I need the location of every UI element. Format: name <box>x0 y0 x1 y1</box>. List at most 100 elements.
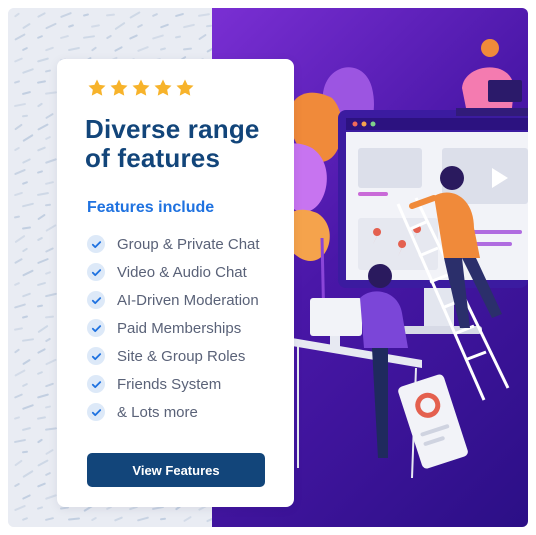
pattern-dash <box>45 157 57 164</box>
pattern-dash <box>151 34 165 41</box>
pattern-dash <box>36 192 50 197</box>
feature-item: Site & Group Roles <box>87 342 260 370</box>
pattern-dash <box>21 226 32 230</box>
pattern-dash <box>22 68 34 74</box>
pattern-dash <box>45 112 54 119</box>
feature-label: Friends System <box>117 375 222 393</box>
pattern-dash <box>21 91 32 96</box>
pattern-dash <box>14 369 26 378</box>
pattern-dash <box>67 517 81 521</box>
pattern-dash <box>90 46 98 52</box>
pattern-dash <box>37 459 49 467</box>
pattern-dash <box>105 13 116 17</box>
pattern-dash <box>44 315 55 319</box>
pattern-dash <box>45 22 57 30</box>
pattern-dash <box>14 168 26 176</box>
pattern-dash <box>21 427 32 432</box>
pattern-dash <box>13 215 21 219</box>
pattern-dash <box>44 472 52 477</box>
pattern-dash <box>60 11 72 19</box>
feature-card: Diverse range of features Features inclu… <box>57 59 294 507</box>
pattern-dash <box>59 35 70 40</box>
pattern-dash <box>198 34 207 41</box>
pattern-dash <box>182 47 193 51</box>
pattern-dash <box>44 136 52 141</box>
checkmark-icon <box>87 319 105 337</box>
feature-item: Friends System <box>87 370 260 398</box>
pattern-dash <box>36 482 47 489</box>
pattern-dash <box>13 57 24 63</box>
pattern-dash <box>21 337 35 342</box>
pattern-dash <box>114 45 123 52</box>
pattern-dash <box>90 24 101 29</box>
feature-list: Group & Private Chat Video & Audio Chat AI… <box>87 230 260 426</box>
pattern-dash <box>36 146 47 153</box>
card-title-line-1: Diverse range <box>85 114 260 144</box>
feature-item: Paid Memberships <box>87 314 260 342</box>
pattern-dash <box>22 269 34 277</box>
pattern-dash <box>37 258 49 265</box>
pattern-dash <box>37 12 46 18</box>
feature-label: Paid Memberships <box>117 319 242 337</box>
pattern-dash <box>21 315 29 320</box>
pattern-dash <box>44 247 55 253</box>
star-icon <box>176 79 194 96</box>
pattern-dash <box>13 438 27 443</box>
pattern-dash <box>13 80 21 85</box>
pattern-dash <box>21 181 29 185</box>
pattern-dash <box>45 358 57 366</box>
pattern-dash <box>174 35 182 39</box>
pattern-dash <box>21 382 29 387</box>
pattern-dash <box>21 450 29 454</box>
pattern-dash <box>13 483 21 488</box>
pattern-dash <box>22 22 31 30</box>
view-features-button[interactable]: View Features <box>87 453 265 487</box>
feature-label: Site & Group Roles <box>117 347 246 365</box>
pattern-dash <box>13 12 21 18</box>
pattern-dash <box>197 13 211 17</box>
pattern-dash <box>44 292 58 298</box>
pattern-dash <box>21 292 32 298</box>
pattern-dash <box>44 91 58 96</box>
pattern-dash <box>151 12 159 18</box>
features-subtitle: Features include <box>87 199 215 216</box>
pattern-dash <box>174 12 185 18</box>
pattern-dash <box>44 46 55 52</box>
pattern-dash <box>22 493 31 500</box>
pattern-dash <box>36 236 44 242</box>
pattern-dash <box>37 123 49 131</box>
pattern-dash <box>21 114 29 118</box>
checkmark-icon <box>87 263 105 281</box>
star-icon <box>88 79 106 96</box>
pattern-dash <box>114 22 126 31</box>
pattern-dash <box>22 358 31 366</box>
pattern-dash <box>113 516 124 522</box>
pattern-dash <box>22 157 31 164</box>
pattern-dash <box>36 416 47 420</box>
pattern-dash <box>21 517 29 521</box>
pattern-dash <box>22 470 34 479</box>
pattern-dash <box>105 34 113 40</box>
pattern-dash <box>136 23 144 29</box>
feature-label: & Lots more <box>117 403 198 421</box>
pattern-dash <box>37 348 46 354</box>
pattern-dash <box>45 448 54 455</box>
pattern-dash <box>14 234 26 244</box>
pattern-dash <box>137 45 149 52</box>
pattern-dash <box>36 438 44 444</box>
pattern-dash <box>67 24 75 29</box>
feature-label: AI-Driven Moderation <box>117 291 259 309</box>
pattern-dash <box>14 258 23 265</box>
pattern-dash <box>13 393 24 399</box>
pattern-dash <box>44 270 52 275</box>
checkmark-icon <box>87 403 105 421</box>
pattern-dash <box>36 170 44 174</box>
checkmark-icon <box>87 291 105 309</box>
pattern-dash <box>13 348 21 354</box>
pattern-dash <box>128 34 139 41</box>
feature-item: AI-Driven Moderation <box>87 286 260 314</box>
pattern-dash <box>44 204 52 207</box>
pattern-dash <box>36 281 47 286</box>
pattern-dash <box>159 46 167 51</box>
star-icon <box>110 79 128 96</box>
